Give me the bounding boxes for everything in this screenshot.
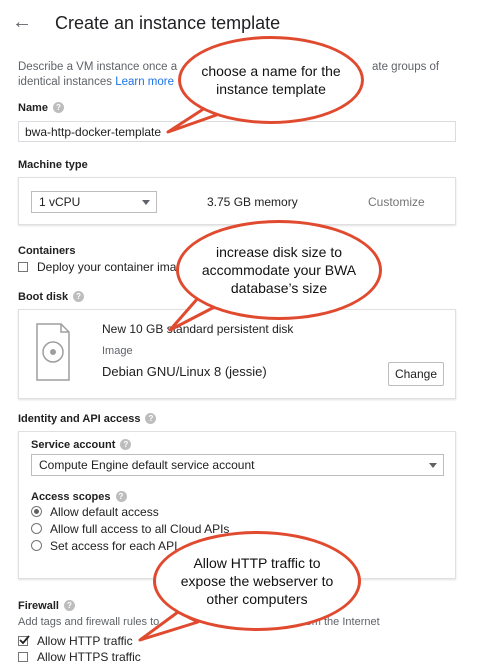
callout-name: choose a name for the instance template <box>178 36 364 124</box>
callout-disk: increase disk size to accommodate your B… <box>176 220 382 320</box>
callout-http: Allow HTTP traffic to expose the webserv… <box>153 531 361 631</box>
callout-disk-text: increase disk size to accommodate your B… <box>201 244 357 296</box>
callout-http-text: Allow HTTP traffic to expose the webserv… <box>180 555 334 607</box>
callout-name-text: choose a name for the instance template <box>201 63 341 97</box>
